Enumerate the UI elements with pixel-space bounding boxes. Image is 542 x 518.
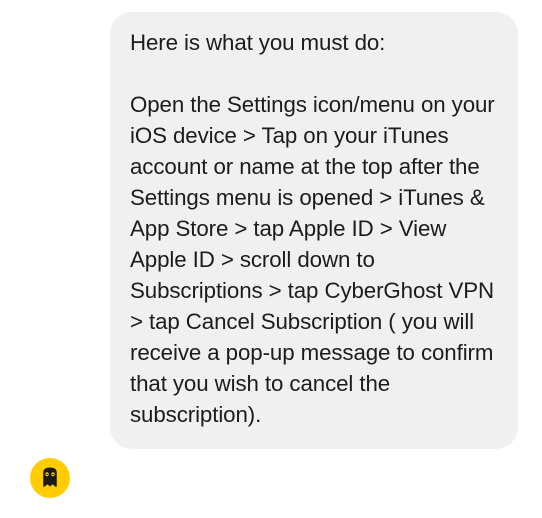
chat-message-row: Here is what you must do: Open the Setti… — [0, 0, 542, 518]
message-text: Here is what you must do: Open the Setti… — [130, 28, 498, 431]
cyberghost-logo-icon — [35, 463, 65, 493]
avatar[interactable] — [30, 458, 70, 498]
message-bubble[interactable]: Here is what you must do: Open the Setti… — [110, 12, 518, 449]
